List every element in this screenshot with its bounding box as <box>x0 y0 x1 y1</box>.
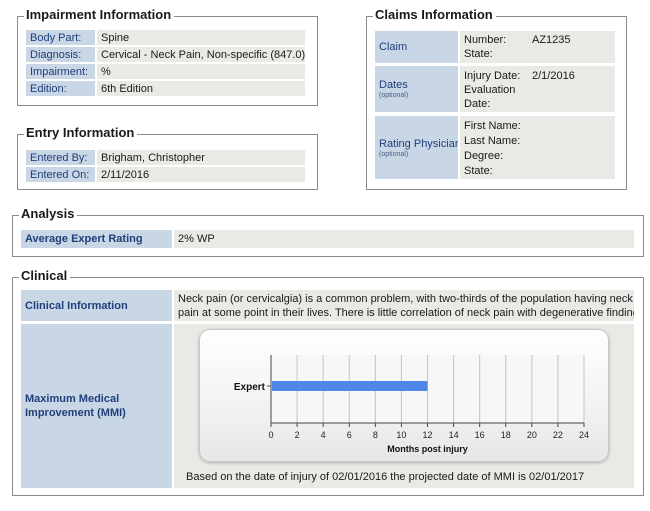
chart-x-tick-label: 10 <box>396 430 406 440</box>
clinical-information-line2: pain at some point in their lives. There… <box>178 307 634 319</box>
chart-x-tick-label: 18 <box>501 430 511 440</box>
mmi-projection-note: Based on the date of injury of 02/01/201… <box>186 471 585 483</box>
dates-label-text: Dates <box>379 79 408 91</box>
chart-x-tick-label: 24 <box>579 430 589 440</box>
impairment-value: % <box>97 64 305 79</box>
injury-date-value: 2/1/2016 <box>532 70 575 82</box>
chart-category-label: Expert <box>234 382 266 393</box>
mmi-chart-card: 0 2 4 6 8 10 12 14 16 18 20 22 24 Expert Months post i… <box>199 329 609 462</box>
chart-x-axis-label: Months post injury <box>387 444 468 454</box>
mmi-label-line1: Maximum Medical <box>25 393 120 405</box>
claim-state-label: State: <box>464 48 493 60</box>
body-part-label: Body Part: <box>26 30 95 45</box>
body-part-value: Spine <box>97 30 305 45</box>
rating-physician-optional-note: (optional) <box>379 150 409 158</box>
chart-x-tick-label: 0 <box>268 430 273 440</box>
impairment-information-title: Impairment Information <box>24 7 175 23</box>
claims-information-title: Claims Information <box>373 7 496 23</box>
injury-date-label: Injury Date: <box>464 70 521 82</box>
average-expert-rating-value: 2% WP <box>174 230 634 248</box>
chart-x-tick-label: 12 <box>422 430 432 440</box>
chart-x-tick-label: 22 <box>553 430 563 440</box>
chart-x-tick-label: 2 <box>295 430 300 440</box>
mmi-chart: 0 2 4 6 8 10 12 14 16 18 20 22 24ExpertMonths post i… <box>234 355 589 454</box>
clinical-information-label-text: Clinical Information <box>25 299 128 312</box>
rating-physician-label: Rating Physician (optional) <box>375 116 458 179</box>
chart-x-tick-label: 8 <box>373 430 378 440</box>
chart-bar-expert <box>272 381 428 391</box>
chart-x-tick-label: 6 <box>347 430 352 440</box>
evaluation-label-line1: Evaluation <box>464 84 516 96</box>
clinical-title: Clinical <box>19 268 71 284</box>
edition-value: 6th Edition <box>97 81 305 96</box>
rating-physician-label-text: Rating Physician <box>379 137 458 150</box>
dates-label: Dates (optional) <box>375 66 458 112</box>
clinical-information-line1: Neck pain (or cervicalgia) is a common p… <box>178 293 633 305</box>
claim-values: Number: AZ1235 State: <box>460 31 615 63</box>
clinical-information-text: Neck pain (or cervicalgia) is a common p… <box>174 290 634 321</box>
chart-x-tick-label: 4 <box>321 430 326 440</box>
claim-number-value: AZ1235 <box>532 34 571 46</box>
average-expert-rating-label: Average Expert Rating <box>21 230 172 248</box>
dates-optional-note: (optional) <box>379 92 409 99</box>
chart-x-tick-label: 20 <box>527 430 537 440</box>
dates-values: Injury Date: 2/1/2016 Evaluation Date: <box>460 66 615 112</box>
entered-by-value: Brigham, Christopher <box>97 150 305 165</box>
last-name-label: Last Name: <box>464 135 521 147</box>
degree-label: Degree: <box>464 150 504 162</box>
claim-label-text: Claim <box>379 41 408 53</box>
entered-on-label: Entered On: <box>26 167 95 182</box>
first-name-label: First Name: <box>464 120 521 132</box>
entered-on-value: 2/11/2016 <box>97 167 305 182</box>
mmi-label-line2: Improvement (MMI) <box>25 407 126 419</box>
rating-physician-values: First Name: Last Name: Degree: State: <box>460 116 615 179</box>
entry-information-title: Entry Information <box>24 125 138 141</box>
edition-label: Edition: <box>26 81 95 96</box>
chart-x-tick-label: 14 <box>449 430 459 440</box>
analysis-title: Analysis <box>19 206 78 222</box>
claim-number-label: Number: <box>464 34 507 46</box>
clinical-information-label: Clinical Information <box>21 290 172 321</box>
claim-label: Claim <box>375 31 458 63</box>
diagnosis-label: Diagnosis: <box>26 47 95 62</box>
physician-state-label: State: <box>464 165 493 177</box>
diagnosis-value: Cervical - Neck Pain, Non-specific (847.… <box>97 47 305 62</box>
chart-x-tick-label: 16 <box>475 430 485 440</box>
entered-by-label: Entered By: <box>26 150 95 165</box>
mmi-label: Maximum Medical Improvement (MMI) <box>21 324 172 488</box>
impairment-label: Impairment: <box>26 64 95 79</box>
evaluation-label-line2: Date: <box>464 98 491 110</box>
